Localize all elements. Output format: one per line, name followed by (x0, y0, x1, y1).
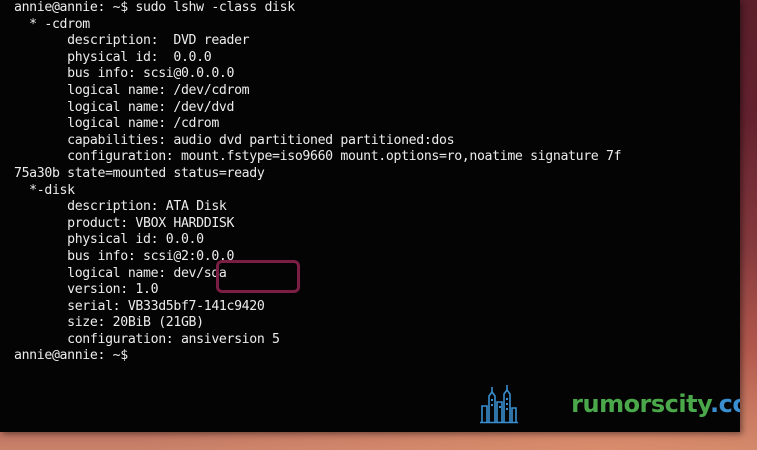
terminal-line: bus info: scsi@2:0.0.0 (14, 248, 235, 264)
terminal-line: configuration: mount.fstype=iso9660 moun… (14, 149, 622, 165)
terminal-line: logical name: /dev/cdrom (14, 82, 250, 98)
terminal-line: * -cdrom (14, 16, 90, 32)
watermark-brand-text: rumorscity (571, 390, 711, 418)
rumorscity-watermark: rumorscity.com (480, 384, 740, 424)
terminal-line: version: 1.0 (14, 282, 159, 298)
terminal-line-prompt-command: annie@annie: ~$ sudo lshw -class disk (14, 0, 295, 15)
terminal-line-logical-name-sda: logical name: dev/sda (14, 265, 227, 281)
terminal-line: description: DVD reader (14, 33, 250, 49)
terminal-line: logical name: /dev/dvd (14, 99, 235, 115)
terminal-output: annie@annie: ~$ sudo lshw -class disk * … (14, 0, 734, 365)
terminal-line: bus info: scsi@0.0.0.0 (14, 66, 235, 82)
terminal-line: size: 20BiB (21GB) (14, 315, 204, 331)
terminal-line: physical id: 0.0.0 (14, 49, 212, 65)
highlight-box-dev-sda (216, 260, 300, 293)
terminal-line: configuration: ansiversion 5 (14, 331, 280, 347)
terminal-line: serial: VB33d5bf7-141c9420 (14, 298, 265, 314)
terminal-line: physical id: 0.0.0 (14, 232, 204, 248)
terminal-line: logical name: /cdrom (14, 116, 219, 132)
terminal-line: *-disk (14, 182, 75, 198)
terminal-line: capabilities: audio dvd partitioned part… (14, 132, 455, 148)
terminal-line: description: ATA Disk (14, 199, 227, 215)
terminal-window[interactable]: annie@annie: ~$ sudo lshw -class disk * … (0, 0, 740, 432)
watermark-domain-text: .com (710, 390, 740, 418)
terminal-line: 75a30b state=mounted status=ready (14, 165, 265, 181)
city-skyline-icon (480, 385, 518, 424)
terminal-line: product: VBOX HARDDISK (14, 215, 235, 231)
